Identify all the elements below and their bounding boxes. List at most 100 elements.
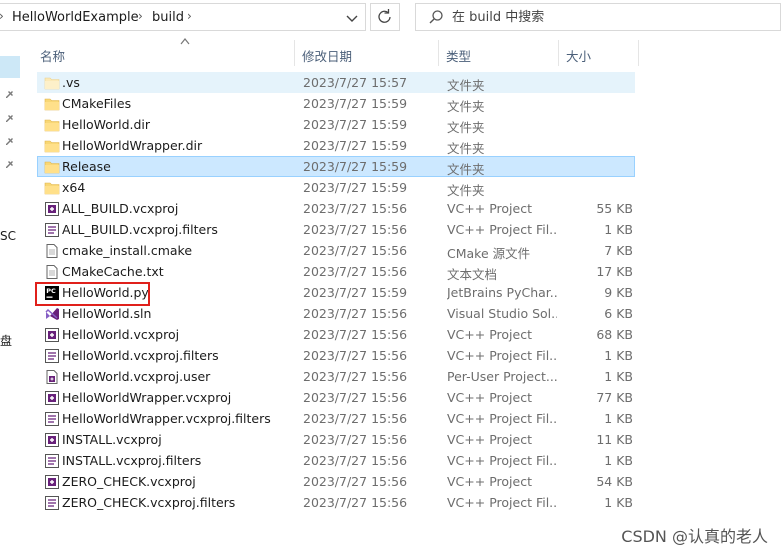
column-divider[interactable] — [438, 40, 439, 66]
column-header-date-modified[interactable]: 修改日期 — [302, 46, 352, 65]
file-row[interactable]: CMakeCache.txt 2023/7/27 15:56 文本文档 17 KB — [37, 261, 635, 282]
file-row[interactable]: HelloWorld.vcxproj 2023/7/27 15:56 VC++ Pr… — [37, 324, 635, 345]
file-date-modified: 2023/7/27 15:56 — [303, 348, 408, 363]
file-size: 1 KB — [604, 495, 633, 510]
file-date-modified: 2023/7/27 15:56 — [303, 474, 408, 489]
file-row[interactable]: INSTALL.vcxproj 2023/7/27 15:56 VC++ Proje… — [37, 429, 635, 450]
nav-item-partial-label[interactable]: SC — [0, 229, 16, 243]
file-name: HelloWorld.vcxproj.filters — [62, 348, 219, 363]
file-type: VC++ Project — [447, 327, 532, 342]
file-row[interactable]: HelloWorldWrapper.dir 2023/7/27 15:59 文件夹 — [37, 135, 635, 156]
folder-icon — [44, 140, 60, 153]
breadcrumb-item-helloworldexample[interactable]: HelloWorldExample — [12, 10, 139, 25]
search-input[interactable] — [452, 5, 772, 29]
file-row[interactable]: Release 2023/7/27 15:59 文件夹 — [37, 156, 635, 177]
file-row[interactable]: INSTALL.vcxproj.filters 2023/7/27 15:56 VC… — [37, 450, 635, 471]
column-divider[interactable] — [558, 40, 559, 66]
filters-icon — [45, 412, 59, 426]
breadcrumb-item-build[interactable]: build — [152, 10, 184, 25]
file-name: HelloWorldWrapper.vcxproj.filters — [62, 411, 271, 426]
file-name: INSTALL.vcxproj.filters — [62, 453, 202, 468]
column-header-type[interactable]: 类型 — [446, 46, 471, 65]
address-bar[interactable]: › HelloWorldExample › build › — [0, 3, 366, 31]
nav-item-partial-label[interactable]: 盘 — [0, 332, 12, 349]
folder-icon — [44, 161, 60, 174]
file-name: .vs — [62, 75, 80, 90]
file-row[interactable]: HelloWorld.dir 2023/7/27 15:59 文件夹 — [37, 114, 635, 135]
file-date-modified: 2023/7/27 15:59 — [303, 285, 408, 300]
file-size: 77 KB — [596, 390, 633, 405]
file-row[interactable]: ALL_BUILD.vcxproj.filters 2023/7/27 15:56… — [37, 219, 635, 240]
file-name: HelloWorld.vcxproj.user — [62, 369, 211, 384]
file-type: 文件夹 — [447, 78, 485, 93]
search-box[interactable] — [415, 3, 781, 31]
file-date-modified: 2023/7/27 15:57 — [303, 75, 408, 90]
column-header-row: 名称 修改日期 类型 大小 — [22, 36, 783, 68]
file-date-modified: 2023/7/27 15:59 — [303, 180, 408, 195]
file-date-modified: 2023/7/27 15:59 — [303, 96, 408, 111]
refresh-icon — [378, 9, 391, 23]
file-row[interactable]: ZERO_CHECK.vcxproj.filters 2023/7/27 15:5… — [37, 492, 635, 513]
breadcrumb-chevron-icon[interactable]: › — [138, 9, 143, 23]
vcxproj-icon — [45, 433, 59, 447]
file-row[interactable]: HelloWorld.vcxproj.filters 2023/7/27 15:5… — [37, 345, 635, 366]
file-row[interactable]: HelloWorld.vcxproj.user 2023/7/27 15:56 Pe… — [37, 366, 635, 387]
file-size: 1 KB — [604, 411, 633, 426]
file-name: x64 — [62, 180, 86, 195]
file-row[interactable]: ALL_BUILD.vcxproj 2023/7/27 15:56 VC++ Pro… — [37, 198, 635, 219]
file-row[interactable]: ZERO_CHECK.vcxproj 2023/7/27 15:56 VC++ Pr… — [37, 471, 635, 492]
file-size: 6 KB — [604, 306, 633, 321]
file-row[interactable]: x64 2023/7/27 15:59 文件夹 — [37, 177, 635, 198]
refresh-button[interactable] — [370, 3, 400, 31]
sln-icon — [45, 308, 59, 320]
file-size: 1 KB — [604, 369, 633, 384]
pin-icon[interactable] — [5, 111, 17, 123]
file-name: ALL_BUILD.vcxproj — [62, 201, 179, 216]
pin-icon[interactable] — [5, 87, 17, 99]
file-row[interactable]: CMakeFiles 2023/7/27 15:59 文件夹 — [37, 93, 635, 114]
folder-icon — [44, 98, 60, 111]
column-divider[interactable] — [294, 40, 295, 66]
file-row[interactable]: HelloWorld.sln 2023/7/27 15:56 Visual Stud… — [37, 303, 635, 324]
file-name: HelloWorld.sln — [62, 306, 152, 321]
file-type: VC++ Project Fil... — [447, 453, 557, 468]
nav-item-selected[interactable] — [0, 56, 20, 78]
vcxproj-icon — [45, 475, 59, 489]
file-size: 1 KB — [604, 348, 633, 363]
column-header-name[interactable]: 名称 — [40, 46, 65, 65]
column-header-size[interactable]: 大小 — [566, 46, 591, 65]
pin-icon[interactable] — [5, 134, 17, 146]
file-date-modified: 2023/7/27 15:56 — [303, 306, 408, 321]
pin-icon[interactable] — [5, 157, 17, 169]
address-history-dropdown[interactable] — [340, 7, 364, 29]
breadcrumb-chevron-icon[interactable]: › — [0, 9, 4, 23]
filters-icon — [45, 454, 59, 468]
file-name: HelloWorld.vcxproj — [62, 327, 180, 342]
file-type: VC++ Project — [447, 432, 532, 447]
svg-text:PC: PC — [46, 287, 56, 295]
file-size: 1 KB — [604, 222, 633, 237]
file-row[interactable]: cmake_install.cmake 2023/7/27 15:56 CMake … — [37, 240, 635, 261]
file-date-modified: 2023/7/27 15:59 — [303, 138, 408, 153]
file-type: VC++ Project Fil... — [447, 411, 557, 426]
vcxproj-icon — [45, 202, 59, 216]
breadcrumb-chevron-icon[interactable]: › — [187, 9, 192, 23]
file-name: HelloWorld.py — [62, 285, 149, 300]
file-name: cmake_install.cmake — [62, 243, 193, 258]
file-row[interactable]: .vs 2023/7/27 15:57 文件夹 — [37, 72, 635, 93]
pycharm-icon: PC — [45, 286, 59, 300]
file-row[interactable]: HelloWorldWrapper.vcxproj.filters 2023/7/… — [37, 408, 635, 429]
file-date-modified: 2023/7/27 15:56 — [303, 222, 408, 237]
file-row[interactable]: PC HelloWorld.py 2023/7/27 15:59 JetBrains … — [37, 282, 635, 303]
file-type: 文件夹 — [447, 162, 485, 177]
file-date-modified: 2023/7/27 15:56 — [303, 201, 408, 216]
text-file-icon — [46, 265, 58, 279]
file-date-modified: 2023/7/27 15:59 — [303, 159, 408, 174]
file-size: 54 KB — [596, 474, 633, 489]
file-row[interactable]: HelloWorldWrapper.vcxproj 2023/7/27 15:56… — [37, 387, 635, 408]
sort-ascending-icon — [180, 38, 190, 45]
column-divider[interactable] — [638, 40, 639, 66]
file-date-modified: 2023/7/27 15:56 — [303, 432, 408, 447]
file-date-modified: 2023/7/27 15:59 — [303, 117, 408, 132]
file-type: Per-User Project... — [447, 369, 557, 384]
